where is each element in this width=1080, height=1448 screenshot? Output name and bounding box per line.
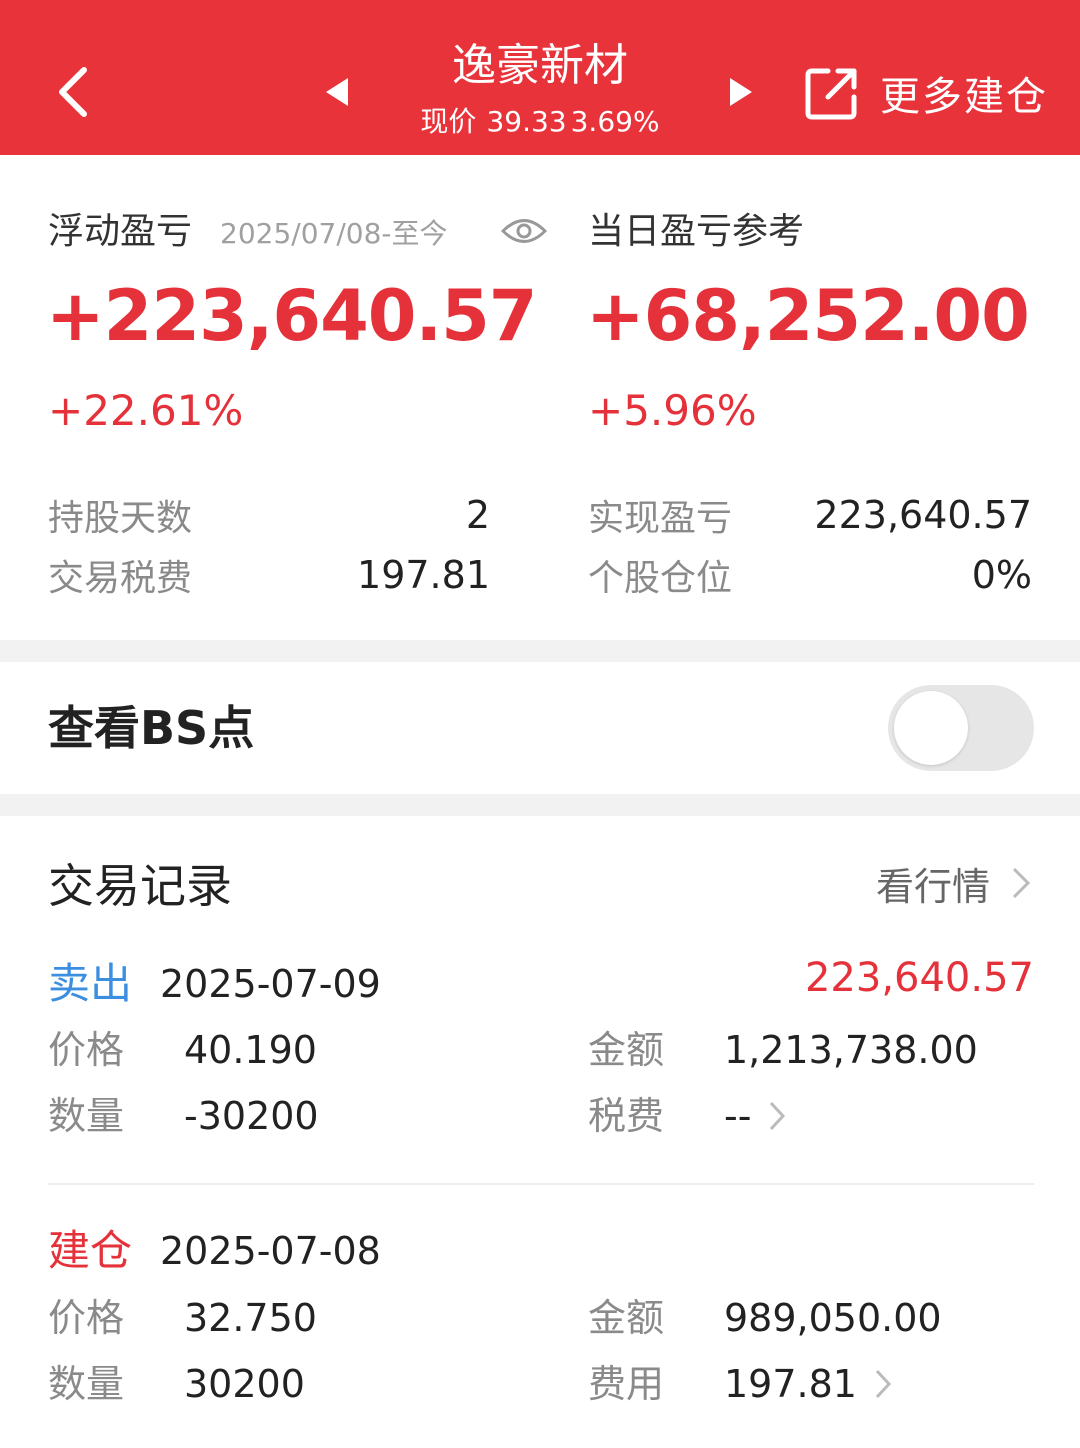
floating-pnl-pct: +22.61%	[48, 386, 244, 435]
record-date: 2025-07-08	[160, 1229, 381, 1273]
chevron-right-icon	[770, 1101, 786, 1131]
daily-pnl-amount: +68,252.00	[586, 275, 1030, 357]
price-label: 价格	[48, 1028, 125, 1072]
trade-tax-value: 197.81	[357, 553, 490, 597]
floating-date-range: 2025/07/08-至今	[220, 217, 448, 250]
trade-amount: 1,213,738.00	[724, 1028, 978, 1072]
tax-detail-link[interactable]: --	[724, 1088, 787, 1144]
price-label: 价格	[48, 1296, 125, 1340]
quantity-label: 数量	[48, 1362, 125, 1406]
price-label: 现价	[420, 105, 477, 138]
trade-price: 32.750	[184, 1296, 317, 1340]
toggle-knob	[894, 691, 968, 765]
trade-price: 40.190	[184, 1028, 317, 1072]
quantity-label: 数量	[48, 1094, 125, 1138]
fee-label: 费用	[588, 1362, 665, 1406]
current-price: 39.33	[486, 105, 567, 138]
holding-days-value: 2	[465, 493, 490, 537]
floating-pnl-label: 浮动盈亏	[48, 211, 193, 252]
record-profit: 223,640.57	[804, 955, 1034, 1001]
amount-label: 金额	[588, 1028, 665, 1072]
share-out-icon	[805, 68, 857, 120]
view-quote-label: 看行情	[876, 864, 991, 909]
back-arrow-icon[interactable]	[46, 62, 106, 122]
position-ratio-label: 个股仓位	[588, 558, 733, 599]
trade-quantity: -30200	[184, 1094, 319, 1138]
view-quote-link[interactable]: 看行情	[876, 858, 1032, 909]
more-positions-button[interactable]: 更多建仓	[804, 62, 1048, 124]
section-divider	[0, 794, 1080, 816]
next-stock-icon[interactable]	[726, 76, 756, 108]
trade-tax: --	[724, 1094, 752, 1138]
fee-detail-link[interactable]: 197.81	[724, 1356, 893, 1412]
daily-pnl-pct: +5.96%	[588, 386, 757, 435]
more-positions-label: 更多建仓	[880, 74, 1048, 120]
eye-icon[interactable]	[500, 214, 548, 248]
trade-amount: 989,050.00	[724, 1296, 942, 1340]
record-date: 2025-07-09	[160, 962, 381, 1006]
daily-pnl-label: 当日盈亏参考	[588, 211, 805, 252]
bs-points-toggle[interactable]	[888, 685, 1034, 771]
holding-days-label: 持股天数	[48, 498, 193, 539]
trade-tax-label: 交易税费	[48, 558, 193, 599]
prev-stock-icon[interactable]	[322, 76, 352, 108]
trade-fee: 197.81	[724, 1362, 857, 1406]
position-ratio-value: 0%	[971, 553, 1032, 597]
tax-label: 税费	[588, 1094, 665, 1138]
section-divider	[0, 640, 1080, 662]
price-change-pct: 3.69%	[570, 105, 660, 138]
trade-quantity: 30200	[184, 1362, 305, 1406]
bs-points-label: 查看BS点	[48, 701, 255, 755]
realized-pnl-label: 实现盈亏	[588, 498, 733, 539]
stock-name: 逸豪新材	[452, 40, 628, 91]
record-type-sell: 卖出	[48, 959, 133, 1008]
chevron-right-icon	[1012, 867, 1031, 899]
top-bar: 逸豪新材 现价 39.33 3.69% 更多建仓	[0, 0, 1080, 155]
amount-label: 金额	[588, 1296, 665, 1340]
current-price-line: 现价 39.33 3.69%	[390, 103, 690, 141]
chevron-right-icon	[875, 1369, 892, 1399]
realized-pnl-value: 223,640.57	[814, 493, 1032, 537]
floating-pnl-amount: +223,640.57	[46, 275, 537, 357]
record-type-open: 建仓	[48, 1226, 133, 1275]
record-divider	[48, 1183, 1034, 1185]
trade-records-title: 交易记录	[48, 859, 232, 913]
